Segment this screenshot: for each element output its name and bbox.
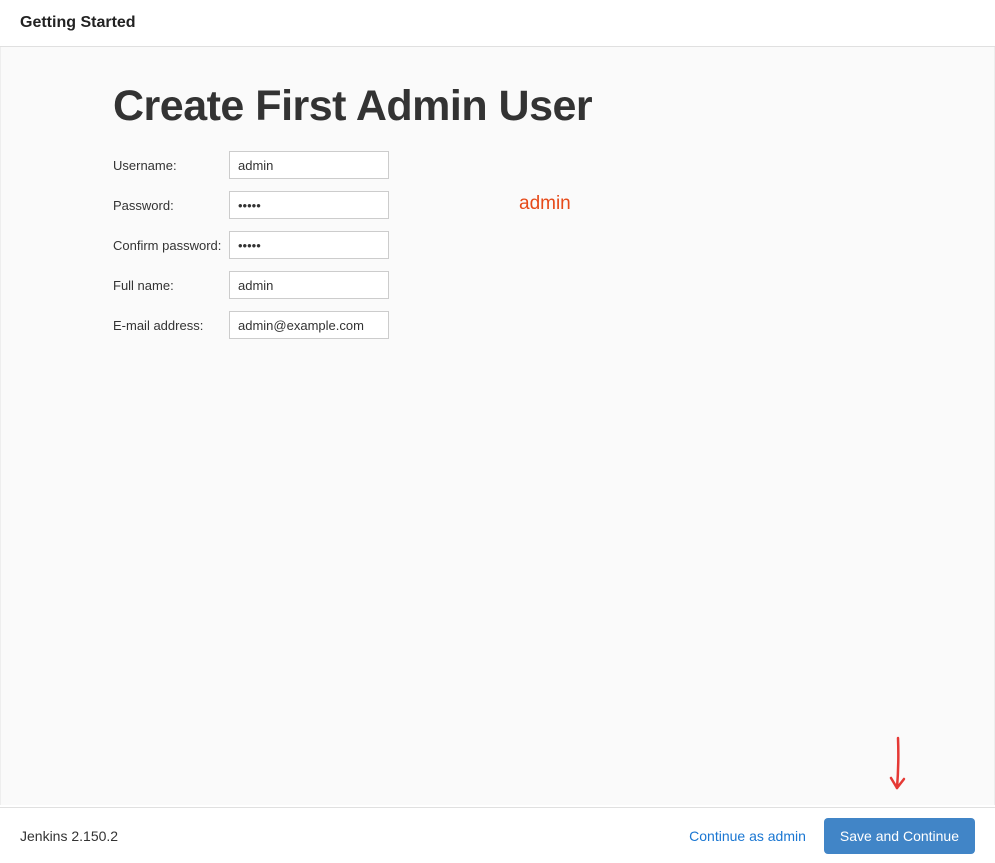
content-area: Create First Admin User Username: Passwo… [0,47,995,805]
password-annotation: admin [519,193,571,215]
save-and-continue-button[interactable]: Save and Continue [824,818,975,854]
confirm-password-input[interactable] [229,231,389,259]
form-row-password: Password: admin [113,191,994,219]
version-text: Jenkins 2.150.2 [20,828,118,844]
header: Getting Started [0,0,995,47]
form-row-username: Username: [113,151,994,179]
full-name-input[interactable] [229,271,389,299]
password-input[interactable] [229,191,389,219]
form-row-email: E-mail address: [113,311,994,339]
form-row-confirm-password: Confirm password: [113,231,994,259]
header-title: Getting Started [20,14,975,32]
full-name-label: Full name: [113,278,229,293]
footer-actions: Continue as admin Save and Continue [689,818,975,854]
footer: Jenkins 2.150.2 Continue as admin Save a… [0,807,995,863]
username-input[interactable] [229,151,389,179]
continue-as-admin-link[interactable]: Continue as admin [689,828,806,844]
admin-user-form: Username: Password: admin Confirm passwo… [113,151,994,339]
email-label: E-mail address: [113,318,229,333]
confirm-password-label: Confirm password: [113,238,229,253]
page-heading: Create First Admin User [1,47,994,151]
form-row-full-name: Full name: [113,271,994,299]
email-input[interactable] [229,311,389,339]
password-label: Password: [113,198,229,213]
username-label: Username: [113,158,229,173]
